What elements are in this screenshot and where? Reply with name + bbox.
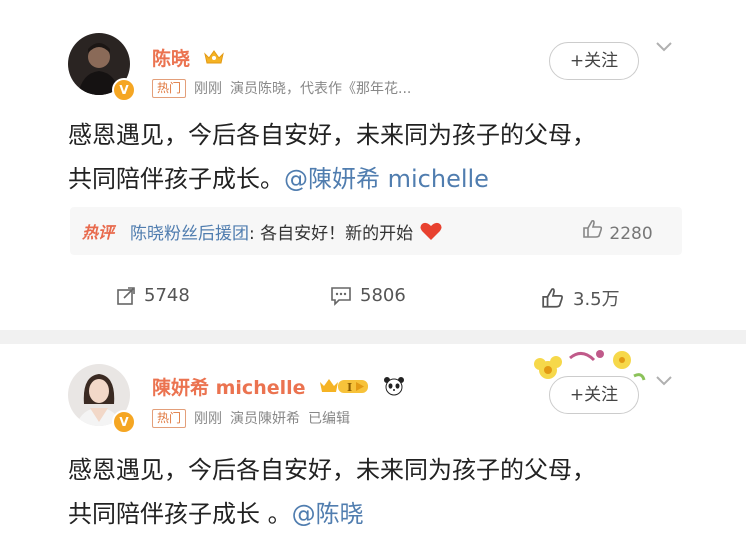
post-card: V 陈晓 热门 刚刚 演员陈晓，代表作《那年花... +关注 感恩遇见，今后各自… [0, 0, 746, 330]
follow-button[interactable]: +关注 [549, 376, 639, 414]
content-line: 感恩遇见，今后各自安好，未来同为孩子的父母， [68, 456, 596, 484]
repost-count: 5748 [144, 285, 190, 306]
repost-button[interactable]: 5748 [116, 285, 190, 306]
content-text: 共同陪伴孩子成长 。 [68, 500, 292, 528]
post-time: 刚刚 [194, 411, 223, 427]
content-line: 共同陪伴孩子成长。@陳妍希 michelle [68, 157, 728, 201]
author-bio: 演员陈晓，代表作《那年花... [230, 81, 412, 97]
chevron-down-icon[interactable] [654, 38, 674, 59]
action-bar: 5748 5806 3.5万 [0, 285, 746, 315]
mention-link[interactable]: @陳妍希 michelle [284, 165, 489, 193]
vip-level-icon: I [318, 376, 370, 401]
comment-button[interactable]: 5806 [330, 285, 406, 306]
post-meta: 热门 刚刚 演员陳妍希 已编辑 [152, 408, 350, 428]
verified-icon: V [112, 410, 136, 434]
thumb-up-icon [583, 219, 603, 238]
feed: V 陈晓 热门 刚刚 演员陈晓，代表作《那年花... +关注 感恩遇见，今后各自… [0, 0, 746, 546]
mention-link[interactable]: @陈晓 [292, 500, 364, 528]
post-meta: 热门 刚刚 演员陈晓，代表作《那年花... [152, 78, 411, 98]
post-card: V 陳妍希 michelle I 热门 刚刚 演员陳妍希 已编辑 +关注 感恩遇… [0, 344, 746, 546]
follow-button[interactable]: +关注 [549, 42, 639, 80]
post-content: 感恩遇见，今后各自安好，未来同为孩子的父母， 共同陪伴孩子成长。@陳妍希 mic… [68, 113, 728, 201]
hot-comment-user[interactable]: 陈晓粉丝后援团 [130, 224, 249, 244]
author-bio: 演员陳妍希 [230, 411, 301, 427]
hot-comment-like-count: 2280 [609, 224, 653, 244]
author-name-text[interactable]: 陳妍希 michelle [152, 377, 306, 399]
comment-icon [331, 286, 351, 306]
chevron-down-icon[interactable] [654, 372, 674, 393]
author-name[interactable]: 陳妍希 michelle I [152, 373, 405, 401]
hot-comment[interactable]: 热评 陈晓粉丝后援团: 各自安好！新的开始 2280 [70, 207, 682, 255]
like-button[interactable]: 3.5万 [541, 285, 620, 311]
hot-comment-like[interactable]: 2280 [582, 219, 653, 244]
content-line: 共同陪伴孩子成长 。@陈晓 [68, 492, 728, 536]
hot-tag: 热门 [152, 408, 187, 428]
author-name-text[interactable]: 陈晓 [152, 48, 190, 70]
crown-icon [203, 48, 225, 71]
comment-count: 5806 [360, 285, 406, 306]
content-line: 感恩遇见，今后各自安好，未来同为孩子的父母， [68, 121, 596, 149]
hot-comment-tag: 热评 [82, 223, 115, 242]
hot-comment-body: : 各自安好！新的开始 [249, 224, 414, 244]
post-divider [0, 330, 746, 344]
hot-tag: 热门 [152, 78, 187, 98]
post-content: 感恩遇见，今后各自安好，未来同为孩子的父母， 共同陪伴孩子成长 。@陈晓 [68, 448, 728, 536]
author-name[interactable]: 陈晓 [152, 44, 225, 71]
hot-comment-text: 陈晓粉丝后援团: 各自安好！新的开始 [130, 219, 443, 247]
content-text: 共同陪伴孩子成长。 [68, 165, 284, 193]
svg-text:I: I [347, 381, 352, 394]
panda-icon [383, 376, 405, 401]
post-time: 刚刚 [194, 81, 223, 97]
verified-icon: V [112, 78, 136, 102]
like-count: 3.5万 [573, 289, 620, 310]
thumb-up-icon [542, 288, 563, 308]
heart-icon [419, 220, 443, 247]
repost-icon [117, 286, 135, 305]
edited-label: 已编辑 [308, 411, 351, 427]
